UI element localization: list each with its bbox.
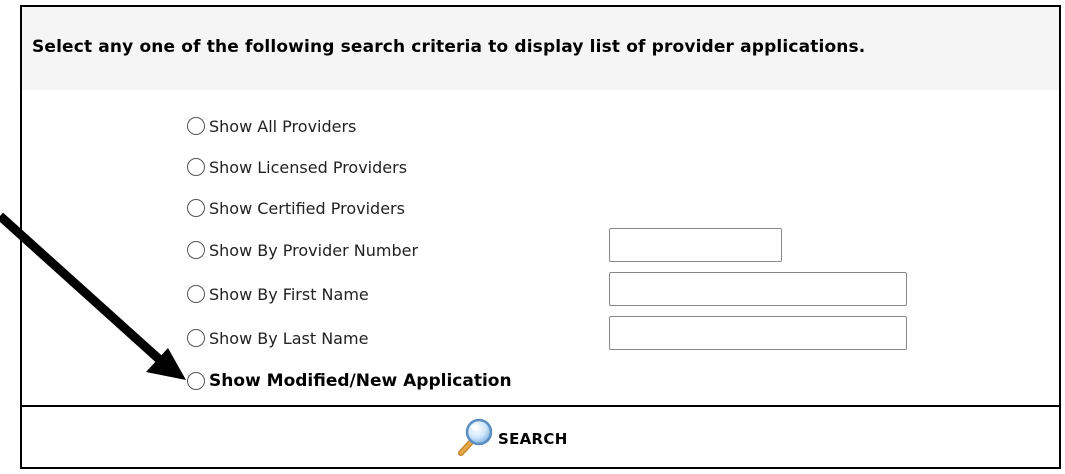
- option-show-by-last-name[interactable]: Show By Last Name: [187, 325, 368, 351]
- radio-show-certified-providers[interactable]: [187, 199, 205, 217]
- instruction-text: Select any one of the following search c…: [32, 37, 866, 57]
- radio-show-by-first-name[interactable]: [187, 285, 205, 303]
- option-label: Show All Providers: [209, 116, 357, 136]
- option-label: Show By Provider Number: [209, 240, 419, 260]
- option-show-by-provider-number[interactable]: Show By Provider Number: [187, 237, 418, 263]
- first-name-input[interactable]: [609, 272, 907, 306]
- radio-show-by-provider-number[interactable]: [187, 241, 205, 259]
- option-label: Show Certified Providers: [209, 198, 405, 218]
- radio-show-all-providers[interactable]: [187, 117, 205, 135]
- option-show-all-providers[interactable]: Show All Providers: [187, 113, 356, 139]
- last-name-input[interactable]: [609, 316, 907, 350]
- option-label: Show By First Name: [209, 284, 369, 304]
- option-show-by-first-name[interactable]: Show By First Name: [187, 281, 369, 307]
- option-show-licensed-providers[interactable]: Show Licensed Providers: [187, 154, 407, 180]
- search-button[interactable]: SEARCH: [454, 417, 568, 461]
- radio-show-by-last-name[interactable]: [187, 329, 205, 347]
- panel-header: Select any one of the following search c…: [22, 7, 1059, 90]
- options-area: [22, 90, 1059, 407]
- option-label: Show Modified/New Application: [209, 371, 512, 391]
- option-show-modified-new-application[interactable]: Show Modified/New Application: [187, 368, 512, 394]
- option-label: Show By Last Name: [209, 328, 369, 348]
- option-show-certified-providers[interactable]: Show Certified Providers: [187, 195, 405, 221]
- magnifier-icon: [454, 415, 494, 463]
- radio-show-licensed-providers[interactable]: [187, 158, 205, 176]
- search-criteria-panel: Select any one of the following search c…: [20, 5, 1061, 469]
- search-row: SEARCH: [22, 407, 1059, 469]
- option-label: Show Licensed Providers: [209, 157, 408, 177]
- provider-number-input[interactable]: [609, 228, 782, 262]
- search-label: SEARCH: [498, 430, 568, 448]
- radio-show-modified-new-application[interactable]: [187, 372, 205, 390]
